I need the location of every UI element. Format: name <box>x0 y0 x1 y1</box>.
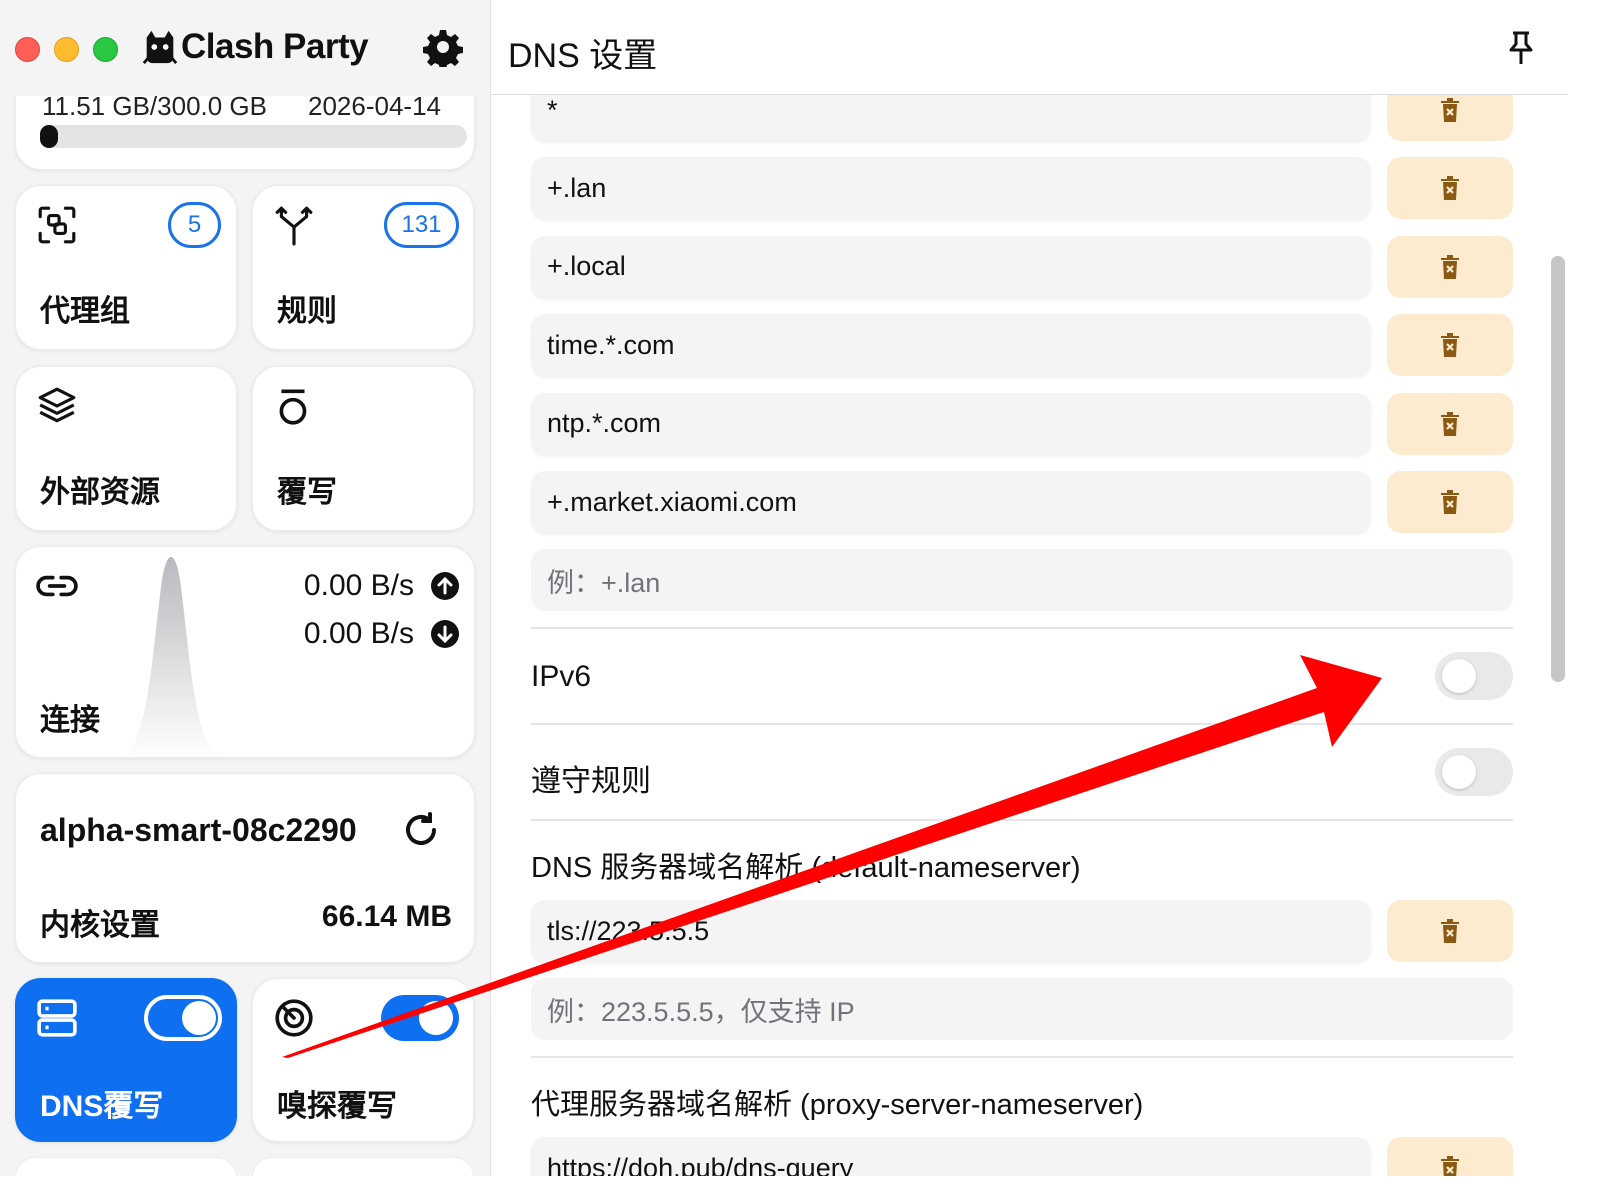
divider <box>531 627 1513 629</box>
rules-label: 规则 <box>277 295 337 328</box>
default-nameserver-delete-button[interactable] <box>1387 900 1513 962</box>
sidebar-tile-partial[interactable] <box>15 1157 237 1176</box>
titlebar: Clash Party <box>0 0 490 96</box>
fork-icon <box>275 206 313 246</box>
connections-label: 连接 <box>40 704 100 737</box>
sniff-override-label: 嗅探覆写 <box>277 1090 397 1123</box>
dns-override-label: DNS覆写 <box>40 1090 164 1123</box>
fake-ip-filter-delete-button[interactable] <box>1387 471 1513 533</box>
sidebar-tile-partial[interactable] <box>252 1157 474 1176</box>
fake-ip-filter-item[interactable]: +.lan <box>531 157 1371 220</box>
app-logo-icon <box>142 30 178 65</box>
override-label: 覆写 <box>277 476 337 509</box>
rules-tile[interactable]: 131 规则 <box>252 185 474 350</box>
override-tile[interactable]: 覆写 <box>252 366 474 531</box>
fake-ip-filter-add-input[interactable]: 例：+.lan <box>531 549 1513 611</box>
sniff-toggle-knob <box>419 1001 453 1035</box>
proxy-server-nameserver-label: 代理服务器域名解析 (proxy-server-nameserver) <box>531 1089 1144 1121</box>
scan-icon <box>38 206 76 244</box>
divider <box>531 723 1513 725</box>
fake-ip-filter-delete-button[interactable] <box>1387 314 1513 377</box>
dns-toggle-knob <box>182 1001 216 1035</box>
trash-icon <box>1441 1156 1459 1176</box>
traffic-progress-bar <box>40 125 467 148</box>
fake-ip-filter-delete-button[interactable] <box>1387 235 1513 298</box>
core-settings-tile[interactable]: alpha-smart-08c2290 内核设置 66.14 MB <box>15 773 475 963</box>
respect-rules-toggle-knob <box>1442 755 1476 789</box>
rules-count-badge: 131 <box>384 202 459 248</box>
default-nameserver-add-input[interactable]: 例：223.5.5.5，仅支持 IP <box>531 978 1513 1040</box>
download-speed: 0.00 B/s <box>303 617 414 650</box>
dns-override-toggle[interactable] <box>144 995 222 1041</box>
trash-icon <box>1441 254 1459 279</box>
dns-settings-panel: DNS 设置 * +.lan +.local time.*.com ntp.*.com +… <box>491 0 1568 1176</box>
close-window-button[interactable] <box>15 37 40 62</box>
download-arrow-icon <box>431 620 459 648</box>
core-settings-label: 内核设置 <box>40 909 160 942</box>
override-icon <box>279 389 307 425</box>
refresh-icon[interactable] <box>401 810 441 850</box>
layers-icon <box>38 387 76 423</box>
panel-header: DNS 设置 <box>491 0 1568 95</box>
fake-ip-filter-delete-button[interactable] <box>1387 157 1513 220</box>
divider <box>531 1056 1513 1058</box>
respect-rules-toggle[interactable] <box>1435 748 1513 796</box>
proxy-server-nameserver-item[interactable]: https://doh.pub/dns-query <box>531 1137 1371 1176</box>
server-icon <box>37 999 77 1037</box>
ipv6-toggle[interactable] <box>1435 652 1513 700</box>
fake-ip-filter-item[interactable]: time.*.com <box>531 314 1371 377</box>
ipv6-label: IPv6 <box>531 660 592 693</box>
minimize-window-button[interactable] <box>54 37 79 62</box>
sniff-override-tile[interactable]: 嗅探覆写 <box>252 978 474 1142</box>
fake-ip-filter-delete-button[interactable] <box>1387 392 1513 455</box>
radar-icon <box>275 999 313 1037</box>
scrollbar-thumb[interactable] <box>1551 256 1565 682</box>
trash-icon <box>1441 411 1459 436</box>
proxy-groups-count-badge: 5 <box>168 202 221 248</box>
fake-ip-filter-item[interactable]: +.market.xiaomi.com <box>531 471 1371 533</box>
respect-rules-label: 遵守规则 <box>531 765 651 798</box>
core-version: alpha-smart-08c2290 <box>40 812 357 848</box>
link-icon <box>36 575 78 597</box>
dns-override-tile[interactable]: DNS覆写 <box>15 978 237 1142</box>
resources-tile[interactable]: 外部资源 <box>15 366 237 531</box>
ipv6-toggle-knob <box>1442 659 1476 693</box>
default-nameserver-label: DNS 服务器域名解析 (default-nameserver) <box>531 852 1081 884</box>
trash-icon <box>1441 98 1459 122</box>
upload-arrow-icon <box>431 572 459 600</box>
sniff-override-toggle[interactable] <box>381 995 459 1041</box>
resources-label: 外部资源 <box>40 476 160 509</box>
fake-ip-filter-item[interactable]: ntp.*.com <box>531 392 1371 455</box>
upload-speed: 0.00 B/s <box>303 569 414 602</box>
proxy-server-nameserver-delete-button[interactable] <box>1387 1137 1513 1176</box>
connections-tile[interactable]: 0.00 B/s 0.00 B/s 连接 <box>15 546 475 758</box>
trash-icon <box>1441 919 1459 943</box>
trash-icon <box>1441 490 1459 514</box>
divider <box>531 819 1513 821</box>
page-title: DNS 设置 <box>508 37 658 75</box>
app-title: Clash Party <box>181 27 369 66</box>
trash-icon <box>1441 176 1459 201</box>
pin-icon[interactable] <box>1505 30 1537 66</box>
core-memory: 66.14 MB <box>321 900 452 933</box>
proxy-groups-tile[interactable]: 5 代理组 <box>15 185 237 350</box>
zoom-window-button[interactable] <box>93 37 118 62</box>
default-nameserver-item[interactable]: tls://223.5.5.5 <box>531 900 1371 962</box>
gear-icon[interactable] <box>423 27 463 67</box>
proxy-groups-label: 代理组 <box>40 295 130 328</box>
traffic-progress-fill <box>40 125 58 148</box>
traffic-sparkline <box>122 557 220 757</box>
sidebar: 11.51 GB/300.0 GB 2026-04-14 Clash Party… <box>0 0 491 1176</box>
trash-icon <box>1441 333 1459 358</box>
fake-ip-filter-item[interactable]: +.local <box>531 235 1371 298</box>
